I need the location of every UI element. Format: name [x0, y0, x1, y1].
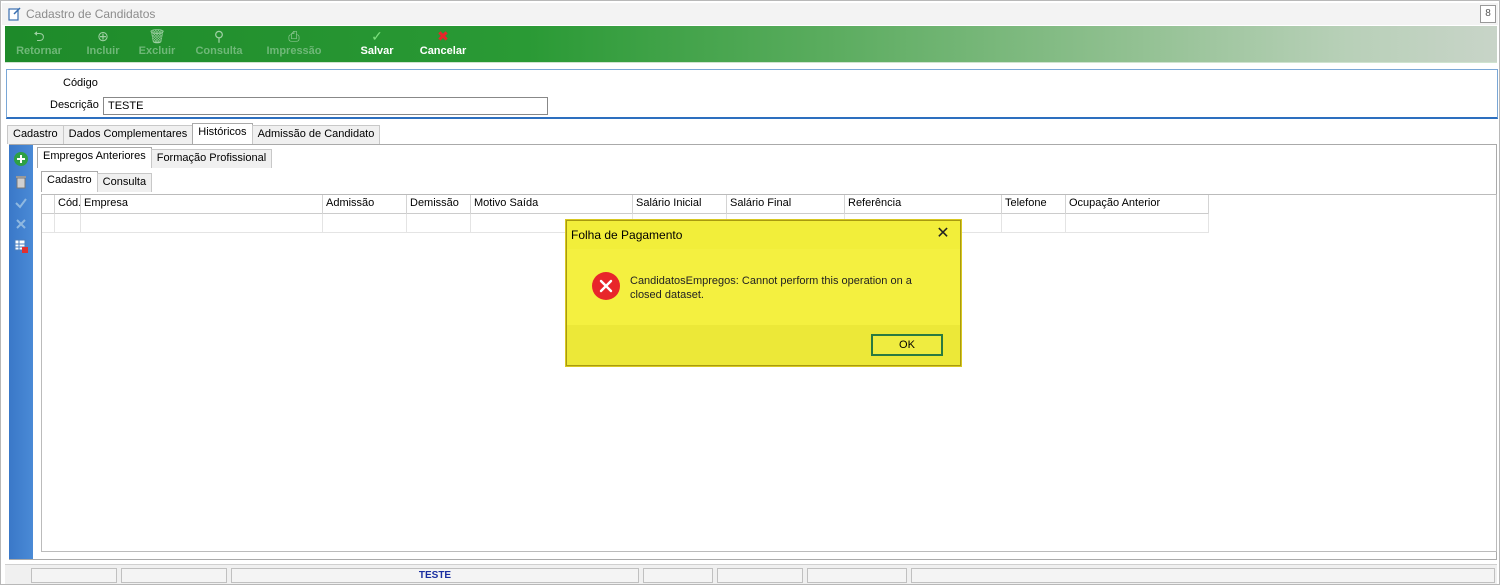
tab-historicos[interactable]: Históricos [192, 123, 253, 144]
grid-header: Cód. Empresa Admissão Demissão Motivo Sa… [42, 195, 1209, 214]
col-admissao[interactable]: Admissão [323, 195, 407, 214]
tab-formacao-profissional[interactable]: Formação Profissional [150, 149, 273, 168]
return-arrow-icon: ⮌ [33, 28, 45, 44]
status-description: TESTE [231, 568, 639, 583]
status-segment [911, 568, 1495, 583]
consulta-label: Consulta [195, 45, 243, 57]
confirm-check-icon[interactable] [13, 195, 29, 211]
excluir-label: Excluir [138, 45, 176, 57]
excluir-button[interactable]: 🗑 Excluir [127, 28, 187, 61]
status-segment [717, 568, 803, 583]
tab-sub-consulta[interactable]: Consulta [96, 173, 153, 192]
grid-cell[interactable] [81, 214, 323, 232]
main-toolbar: ⮌ Retornar ⊕ Incluir 🗑 Excluir ⚲ Consult… [5, 26, 1497, 63]
cancelar-button[interactable]: ✖ Cancelar [413, 28, 473, 61]
retornar-button[interactable]: ⮌ Retornar [9, 28, 69, 61]
tab-admissao-de-candidato[interactable]: Admissão de Candidato [251, 125, 381, 144]
tab-cadastro[interactable]: Cadastro [7, 125, 64, 144]
cancelar-label: Cancelar [419, 45, 467, 57]
app-window: Cadastro de Candidatos 8 ⮌ Retornar ⊕ In… [0, 0, 1500, 585]
status-bar: TESTE [5, 564, 1497, 584]
col-ocupacao-anterior[interactable]: Ocupação Anterior [1066, 195, 1209, 214]
col-demissao[interactable]: Demissão [407, 195, 471, 214]
checkmark-icon: ✓ [371, 28, 383, 44]
codigo-label: Código [63, 77, 98, 89]
salvar-label: Salvar [360, 45, 394, 57]
sub2-tabs: Cadastro Consulta [41, 171, 153, 192]
col-telefone[interactable]: Telefone [1002, 195, 1066, 214]
title-bar: Cadastro de Candidatos 8 [2, 3, 1498, 25]
col-empresa[interactable]: Empresa [81, 195, 323, 214]
main-tabs: Cadastro Dados Complementares Históricos… [7, 123, 381, 145]
tab-dados-complementares[interactable]: Dados Complementares [62, 125, 194, 144]
dialog-title: Folha de Pagamento [571, 228, 683, 242]
error-circle-icon [592, 272, 620, 300]
restore-button[interactable]: 8 [1480, 5, 1496, 23]
salvar-button[interactable]: ✓ Salvar [347, 28, 407, 61]
impressao-label: Impressão [266, 45, 322, 57]
action-sidebar [9, 145, 33, 559]
incluir-button[interactable]: ⊕ Incluir [73, 28, 133, 61]
grid-cell[interactable] [55, 214, 81, 232]
header-form-panel: Código Descrição TESTE [6, 69, 1498, 119]
status-segment [643, 568, 713, 583]
sub-tabs: Empregos Anteriores Formação Profissiona… [37, 147, 273, 168]
descricao-input[interactable]: TESTE [103, 97, 548, 115]
cancel-x-icon[interactable] [13, 216, 29, 232]
col-motivo-saida[interactable]: Motivo Saída [471, 195, 633, 214]
grid-cell[interactable] [1002, 214, 1066, 232]
add-green-icon[interactable] [13, 151, 29, 167]
col-salario-inicial[interactable]: Salário Inicial [633, 195, 727, 214]
ok-button[interactable]: OK [871, 334, 943, 356]
grid-delete-icon[interactable] [13, 238, 29, 254]
error-dialog: Folha de Pagamento ✕ CandidatosEmpregos:… [566, 220, 961, 366]
dialog-message: CandidatosEmpregos: Cannot perform this … [630, 275, 912, 301]
dialog-body: CandidatosEmpregos: Cannot perform this … [567, 249, 960, 325]
tab-empregos-anteriores[interactable]: Empregos Anteriores [37, 147, 152, 168]
dialog-footer: OK [567, 325, 960, 365]
printer-icon: ⎙ [288, 28, 300, 44]
col-referencia[interactable]: Referência [845, 195, 1002, 214]
status-segment [807, 568, 907, 583]
magnifier-icon: ⚲ [213, 28, 225, 44]
add-circle-icon: ⊕ [97, 28, 109, 44]
status-segment [121, 568, 227, 583]
col-cod[interactable]: Cód. [55, 195, 81, 214]
descricao-label: Descrição [50, 99, 99, 111]
app-document-icon [8, 7, 21, 21]
incluir-label: Incluir [86, 45, 120, 57]
grid-cell[interactable] [323, 214, 407, 232]
window-title: Cadastro de Candidatos [26, 7, 156, 21]
grid-cell[interactable] [42, 214, 55, 232]
delete-icon[interactable] [13, 174, 29, 190]
status-segment [31, 568, 117, 583]
trash-icon: 🗑 [148, 28, 166, 44]
col-salario-final[interactable]: Salário Final [727, 195, 845, 214]
impressao-button[interactable]: ⎙ Impressão [259, 28, 329, 61]
retornar-label: Retornar [16, 45, 62, 57]
tab-sub-cadastro[interactable]: Cadastro [41, 171, 98, 192]
grid-cell[interactable] [1066, 214, 1209, 232]
close-icon[interactable]: ✕ [934, 225, 952, 243]
grid-header-indicator[interactable] [42, 195, 55, 214]
x-cancel-icon: ✖ [437, 28, 449, 44]
consulta-button[interactable]: ⚲ Consulta [189, 28, 249, 61]
grid-cell[interactable] [407, 214, 471, 232]
